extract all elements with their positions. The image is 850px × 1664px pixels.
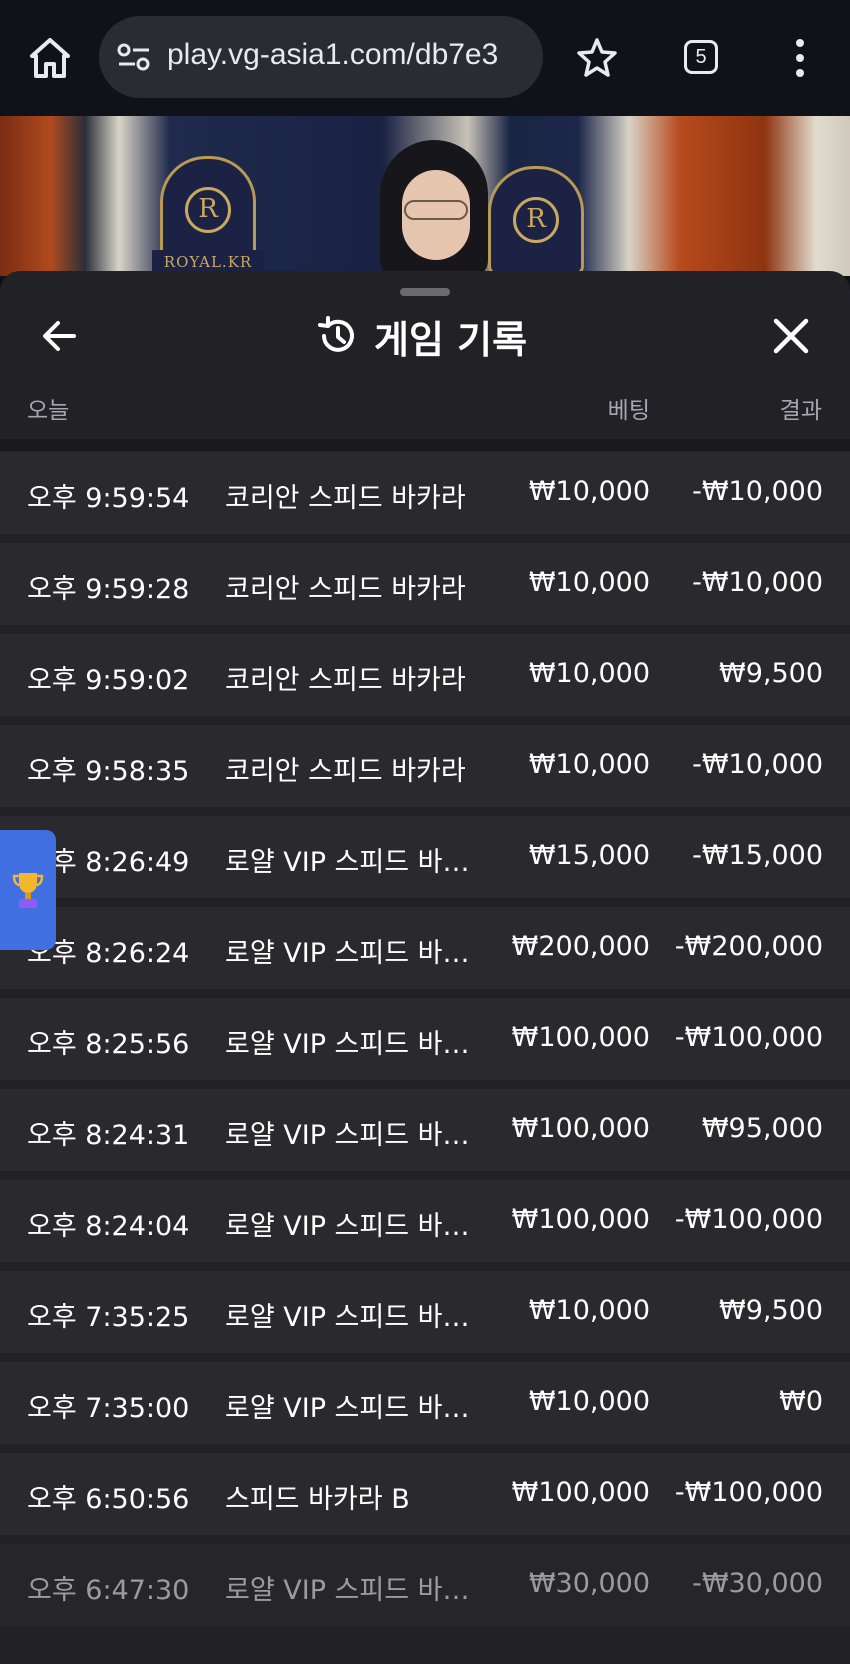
more-vert-icon[interactable] [792, 38, 808, 78]
history-row[interactable]: 오후 8:26:49 로얄 VIP 스피드 바카라 ₩15,000 -₩15,0… [0, 816, 850, 898]
row-game: 스피드 바카라 B [225, 1484, 410, 1515]
sheet-title: 게임 기록 [316, 311, 528, 362]
dealer-glasses [404, 200, 468, 220]
url-text: play.vg-asia1.com/db7e3 [167, 38, 499, 71]
row-bet: ₩10,000 [528, 567, 650, 598]
history-row[interactable]: 오후 6:50:56 스피드 바카라 B ₩100,000 -₩100,000 [0, 1453, 850, 1535]
row-time: 오후 6:50:56 [27, 1484, 190, 1515]
row-result: ₩9,500 [719, 658, 823, 689]
row-time: 오후 9:59:28 [27, 574, 190, 605]
row-result: -₩10,000 [692, 749, 823, 780]
row-bet: ₩100,000 [511, 1113, 650, 1144]
home-icon[interactable] [26, 36, 74, 80]
tab-count: 5 [695, 45, 707, 68]
history-row[interactable]: 오후 9:59:28 코리안 스피드 바카라 ₩10,000 -₩10,000 [0, 543, 850, 625]
drag-handle[interactable] [400, 288, 450, 296]
history-row[interactable]: 오후 6:47:30 로얄 VIP 스피드 바카라 ₩30,000 -₩30,0… [0, 1544, 850, 1626]
row-bet: ₩200,000 [511, 931, 650, 962]
row-result: -₩200,000 [674, 931, 823, 962]
live-video: R ROYAL.KR R [0, 116, 850, 276]
star-icon[interactable] [575, 36, 619, 80]
tabs-icon[interactable]: 5 [684, 40, 718, 74]
row-bet: ₩30,000 [528, 1568, 650, 1599]
row-bet: ₩10,000 [528, 1295, 650, 1326]
game-history-sheet: 게임 기록 오늘 베팅 결과 오후 9:59:54 코리안 스피드 바카라 ₩1… [0, 271, 850, 1664]
row-result: -₩100,000 [674, 1204, 823, 1235]
row-game: 로얄 VIP 스피드 바카라 [225, 1302, 480, 1333]
row-time: 오후 7:35:00 [27, 1393, 190, 1424]
row-result: ₩95,000 [701, 1113, 823, 1144]
row-result: -₩100,000 [674, 1022, 823, 1053]
row-result: -₩10,000 [692, 476, 823, 507]
history-row[interactable]: 오후 8:24:04 로얄 VIP 스피드 바카라 ₩100,000 -₩100… [0, 1180, 850, 1262]
history-row[interactable]: 오후 8:25:56 로얄 VIP 스피드 바카라 ₩100,000 -₩100… [0, 998, 850, 1080]
row-game: 코리안 스피드 바카라 [225, 756, 466, 787]
close-icon[interactable] [770, 315, 812, 357]
history-row[interactable]: 오후 9:58:35 코리안 스피드 바카라 ₩10,000 -₩10,000 [0, 725, 850, 807]
row-game: 로얄 VIP 스피드 바카라 [225, 1211, 480, 1242]
history-row[interactable]: 오후 7:35:00 로얄 VIP 스피드 바카라 ₩10,000 ₩0 [0, 1362, 850, 1444]
history-row[interactable]: 오후 8:26:24 로얄 VIP 스피드 바카라 ₩200,000 -₩200… [0, 907, 850, 989]
row-game: 로얄 VIP 스피드 바카라 [225, 847, 480, 878]
row-result: -₩100,000 [674, 1477, 823, 1508]
row-result: -₩15,000 [692, 840, 823, 871]
row-result: ₩0 [779, 1386, 823, 1417]
row-bet: ₩10,000 [528, 1386, 650, 1417]
row-game: 코리안 스피드 바카라 [225, 665, 466, 696]
history-row[interactable]: 오후 8:24:31 로얄 VIP 스피드 바카라 ₩100,000 ₩95,0… [0, 1089, 850, 1171]
header-bet: 베팅 [607, 398, 650, 424]
row-bet: ₩100,000 [511, 1204, 650, 1235]
row-game: 코리안 스피드 바카라 [225, 574, 466, 605]
trophy-icon [12, 873, 44, 908]
row-result: ₩9,500 [719, 1295, 823, 1326]
row-time: 오후 8:24:31 [27, 1120, 190, 1151]
row-game: 로얄 VIP 스피드 바카라 [225, 1120, 480, 1151]
row-game: 로얄 VIP 스피드 바카라 [225, 1393, 480, 1424]
header-result: 결과 [779, 398, 822, 424]
column-headers: 오늘 베팅 결과 [0, 383, 850, 431]
row-bet: ₩100,000 [511, 1022, 650, 1053]
crest-right: R [488, 166, 584, 276]
site-settings-icon[interactable] [117, 42, 151, 72]
trophy-tab[interactable] [0, 830, 56, 950]
history-icon [318, 316, 354, 352]
row-time: 오후 8:24:04 [27, 1211, 190, 1242]
row-time: 오후 9:59:02 [27, 665, 190, 696]
history-row[interactable]: 오후 7:35:25 로얄 VIP 스피드 바카라 ₩10,000 ₩9,500 [0, 1271, 850, 1353]
row-bet: ₩100,000 [511, 1477, 650, 1508]
address-bar[interactable]: play.vg-asia1.com/db7e3 [99, 16, 543, 98]
row-game: 로얄 VIP 스피드 바카라 [225, 1029, 480, 1060]
row-time: 오후 7:35:25 [27, 1302, 190, 1333]
title-text: 게임 기록 [374, 317, 528, 362]
row-game: 로얄 VIP 스피드 바카라 [225, 1575, 480, 1606]
row-result: -₩10,000 [692, 567, 823, 598]
row-time: 오후 8:25:56 [27, 1029, 190, 1060]
row-game: 로얄 VIP 스피드 바카라 [225, 938, 480, 969]
row-bet: ₩15,000 [528, 840, 650, 871]
row-time: 오후 6:47:30 [27, 1575, 190, 1606]
history-row[interactable]: 오후 9:59:02 코리안 스피드 바카라 ₩10,000 ₩9,500 [0, 634, 850, 716]
row-result: -₩30,000 [692, 1568, 823, 1599]
crest-letter: R [185, 187, 231, 233]
row-bet: ₩10,000 [528, 749, 650, 780]
history-row[interactable]: 오후 9:59:54 코리안 스피드 바카라 ₩10,000 -₩10,000 [0, 452, 850, 534]
header-today: 오늘 [27, 398, 70, 424]
divider [0, 439, 850, 451]
back-arrow-icon[interactable] [38, 315, 80, 357]
crest-letter: R [513, 197, 559, 243]
browser-toolbar: play.vg-asia1.com/db7e3 5 [0, 0, 850, 116]
row-bet: ₩10,000 [528, 476, 650, 507]
history-list: 오후 9:59:54 코리안 스피드 바카라 ₩10,000 -₩10,000 … [0, 452, 850, 1635]
row-time: 오후 9:59:54 [27, 483, 190, 514]
row-time: 오후 9:58:35 [27, 756, 190, 787]
row-game: 코리안 스피드 바카라 [225, 483, 466, 514]
row-bet: ₩10,000 [528, 658, 650, 689]
